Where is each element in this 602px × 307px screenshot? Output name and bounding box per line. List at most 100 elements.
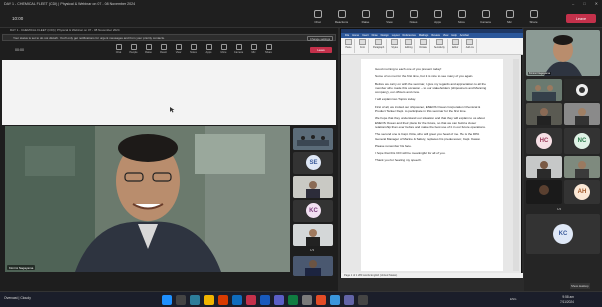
excel-icon[interactable] — [288, 295, 298, 305]
ribbon-font[interactable]: Font — [357, 39, 369, 53]
minimize-icon[interactable]: – — [572, 1, 574, 6]
participant-video-tile[interactable] — [564, 156, 600, 178]
inner-tool-notes[interactable]: Notes — [187, 44, 200, 54]
tab-insert[interactable]: Insert — [362, 34, 369, 37]
participant-pager[interactable]: 1/3 — [310, 248, 314, 252]
file-explorer-icon[interactable] — [204, 295, 214, 305]
inner-tool-mic[interactable]: Mic — [247, 44, 260, 54]
office-icon[interactable] — [218, 295, 228, 305]
participant-initials-tile[interactable]: KC — [293, 200, 333, 222]
tab-home[interactable]: Home — [352, 34, 359, 37]
doc-paragraph: I hope that this CDI will be meaningful … — [375, 151, 446, 156]
participant-video-tile[interactable] — [564, 79, 600, 101]
tab-draw[interactable]: Draw — [372, 34, 378, 37]
tool-chat[interactable]: Chat — [308, 10, 327, 24]
taskbar-clock[interactable]: 9:58 am 7/11/2024 — [560, 295, 574, 304]
outlook-icon[interactable] — [232, 295, 242, 305]
tab-references[interactable]: References — [403, 34, 416, 37]
inner-tool-people[interactable]: People — [127, 44, 140, 54]
participant-video-tile[interactable] — [526, 79, 562, 101]
ribbon-editing[interactable]: Editing — [403, 39, 416, 53]
tab-review[interactable]: Review — [431, 34, 440, 37]
inner-tool-view[interactable]: View — [172, 44, 185, 54]
participant-video-tile[interactable] — [293, 176, 333, 198]
share-icon — [529, 10, 538, 18]
notes-icon — [409, 10, 418, 18]
tool-more[interactable]: More — [452, 10, 471, 24]
inner-tool-react[interactable]: React — [157, 44, 170, 54]
tab-mailings[interactable]: Mailings — [419, 34, 429, 37]
participant-video-tile[interactable] — [293, 256, 333, 276]
right-participant-column: Kimimi Nagayama HC NC AH 1/2 KC Show des… — [524, 28, 602, 299]
room-video-feed — [293, 128, 333, 150]
inner-leave-button[interactable]: Leave — [310, 47, 332, 53]
participant-initials-tile[interactable]: KC — [526, 214, 600, 254]
ribbon-paragraph[interactable]: Paragraph — [371, 39, 388, 53]
vertical-scrollbar[interactable] — [513, 59, 519, 271]
inner-tool-raise[interactable]: Raise — [142, 44, 155, 54]
tab-help[interactable]: Help — [451, 34, 456, 37]
participant-initials-tile[interactable]: SE — [293, 152, 333, 174]
participant-pager[interactable]: 1/2 — [557, 207, 561, 211]
tool-camera[interactable]: Camera — [476, 10, 495, 24]
participant-initials-tile[interactable]: AH — [564, 180, 600, 204]
app-icon[interactable] — [330, 295, 340, 305]
app-icon[interactable] — [344, 295, 354, 305]
inner-tool-camera[interactable]: Camera — [232, 44, 245, 54]
app-icon[interactable] — [302, 295, 312, 305]
participant-video-tile[interactable] — [526, 180, 562, 204]
participant-initials-tile[interactable]: NC — [564, 128, 600, 154]
app-icon[interactable] — [358, 295, 368, 305]
edge-icon[interactable] — [190, 295, 200, 305]
avatar: KC — [553, 224, 573, 244]
participant-video-tile[interactable] — [526, 103, 562, 125]
leave-button[interactable]: Leave — [566, 14, 596, 23]
powerpoint-icon[interactable] — [316, 295, 326, 305]
ribbon-editor[interactable]: Editor — [450, 39, 462, 53]
tab-design[interactable]: Design — [381, 34, 389, 37]
ribbon-paste[interactable]: Paste — [343, 39, 355, 53]
tool-share[interactable]: Share — [524, 10, 543, 24]
inner-tool-apps[interactable]: Apps — [202, 44, 215, 54]
participant-video-tile[interactable] — [564, 103, 600, 125]
participant-video-tile[interactable] — [293, 128, 333, 150]
ribbon-styles[interactable]: Styles — [389, 39, 402, 53]
tab-acrobat[interactable]: Acrobat — [460, 34, 469, 37]
search-icon[interactable] — [176, 295, 186, 305]
tool-view[interactable]: View — [380, 10, 399, 24]
raise-hand-icon — [361, 10, 370, 18]
weather-widget[interactable]: Overcast | Cloudy — [4, 296, 31, 300]
close-icon[interactable]: ✕ — [595, 1, 598, 6]
tab-layout[interactable]: Layout — [392, 34, 400, 37]
tool-apps[interactable]: Apps — [428, 10, 447, 24]
inner-titlebar: DAY 1 - CHEMICAL FLEET (CDI) | Physical … — [0, 28, 338, 33]
main-speaker-video[interactable]: Kimimi Nagayama — [5, 126, 290, 272]
start-icon[interactable] — [162, 295, 172, 305]
ribbon-addins[interactable]: Add-ins — [464, 39, 477, 53]
teams-icon[interactable] — [274, 295, 284, 305]
participant-video-tile[interactable] — [293, 224, 333, 246]
maximize-icon[interactable]: □ — [583, 1, 585, 6]
tool-notes[interactable]: Notes — [404, 10, 423, 24]
ribbon-dictate[interactable]: Dictate — [417, 39, 430, 53]
tool-raise[interactable]: Raise — [356, 10, 375, 24]
acrobat-icon[interactable] — [246, 295, 256, 305]
doc-paragraph: Before we carry on with the seminar, I g… — [375, 81, 487, 95]
tool-mic[interactable]: Mic — [500, 10, 519, 24]
inner-tool-share[interactable]: Share — [262, 44, 275, 54]
language-indicator[interactable]: ENG — [510, 297, 517, 301]
word-icon[interactable] — [260, 295, 270, 305]
tool-reactions[interactable]: Reactions — [332, 10, 351, 24]
paragraph-icon — [375, 39, 383, 45]
ribbon-sensitivity[interactable]: Sensitivity — [432, 39, 448, 53]
tab-view[interactable]: View — [443, 34, 449, 37]
participant-video-tile[interactable] — [526, 156, 562, 178]
tab-file[interactable]: File — [345, 34, 349, 37]
outer-titlebar: DAY 1 - CHEMICAL FLEET (CDI) | Physical … — [0, 0, 602, 8]
change-settings-button[interactable]: Change settings — [307, 35, 333, 41]
inner-tool-chat[interactable]: Chat — [112, 44, 125, 54]
active-speaker-tile[interactable]: Kimimi Nagayama — [526, 30, 600, 76]
participant-initials-tile[interactable]: HC — [526, 128, 562, 154]
inner-tool-more[interactable]: More — [217, 44, 230, 54]
document-page[interactable]: Good morning to each one of you present … — [361, 59, 503, 271]
